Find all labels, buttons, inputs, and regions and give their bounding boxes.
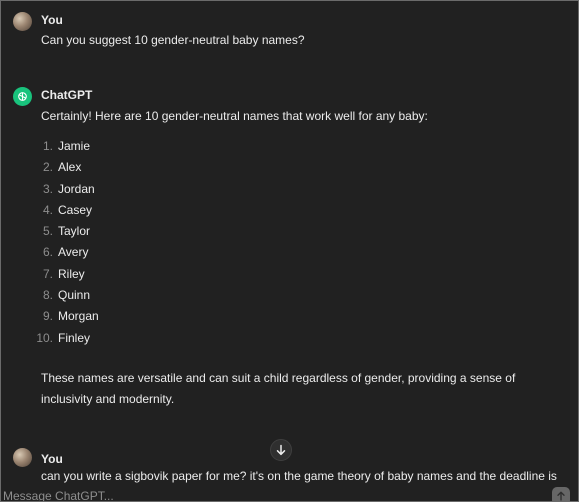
composer [1,485,578,501]
list-name: Casey [58,202,93,217]
list-number: 4. [42,202,53,217]
send-button[interactable] [552,487,570,501]
message-author: ChatGPT [41,88,93,102]
openai-logo-icon [13,87,32,106]
list-name: Jamie [58,139,91,153]
user-message: You Can you suggest 10 gender-neutral ba… [13,12,566,52]
user-avatar [13,448,32,467]
list-item: 2. Alex [27,159,99,180]
list-name: Taylor [58,224,91,239]
list-name: Morgan [58,309,99,324]
list-number: 6. [42,245,53,260]
list-number: 5. [42,224,53,239]
list-number: 2. [42,160,53,175]
list-number: 10. [36,330,53,345]
message-author: You [41,452,63,466]
list-number: 7. [42,266,53,281]
message-text: can you write a sigbovik paper for me? i… [41,469,557,483]
list-item: 7. Riley [27,266,99,287]
message-intro: Certainly! Here are 10 gender-neutral na… [41,109,428,123]
list-item: 8. Quinn [27,287,99,308]
list-number: 9. [42,309,53,324]
list-name: Quinn [58,288,91,303]
user-message: You can you write a sigbovik paper for m… [13,448,566,484]
message-closing: These names are versatile and can suit a… [41,371,516,406]
assistant-message: ChatGPT Certainly! Here are 10 gender-ne… [13,87,566,427]
arrow-up-icon [557,491,565,501]
list-name: Alex [58,160,82,175]
chat-window: You Can you suggest 10 gender-neutral ba… [0,0,579,502]
list-item: 5. Taylor [27,223,99,244]
list-name: Avery [58,245,89,260]
list-name: Finley [58,330,91,345]
message-text: Can you suggest 10 gender-neutral baby n… [41,33,305,47]
user-avatar [13,12,32,31]
names-list: 1. Jamie 2. Alex 3. Jordan 4. Casey 5. Taylor… [27,138,99,351]
message-author: You [41,13,63,27]
list-item: 9. Morgan [27,308,99,329]
list-number: 8. [42,288,53,303]
list-number: 3. [42,181,53,196]
message-input[interactable] [3,489,523,501]
list-item: 6. Avery [27,244,99,265]
list-number: 1. [42,139,53,153]
list-name: Jordan [58,181,95,196]
list-item: 3. Jordan [27,181,99,202]
list-item: 10. Finley [27,330,99,351]
list-name: Riley [58,266,85,281]
list-item: 1. Jamie [27,138,99,159]
list-item: 4. Casey [27,202,99,223]
